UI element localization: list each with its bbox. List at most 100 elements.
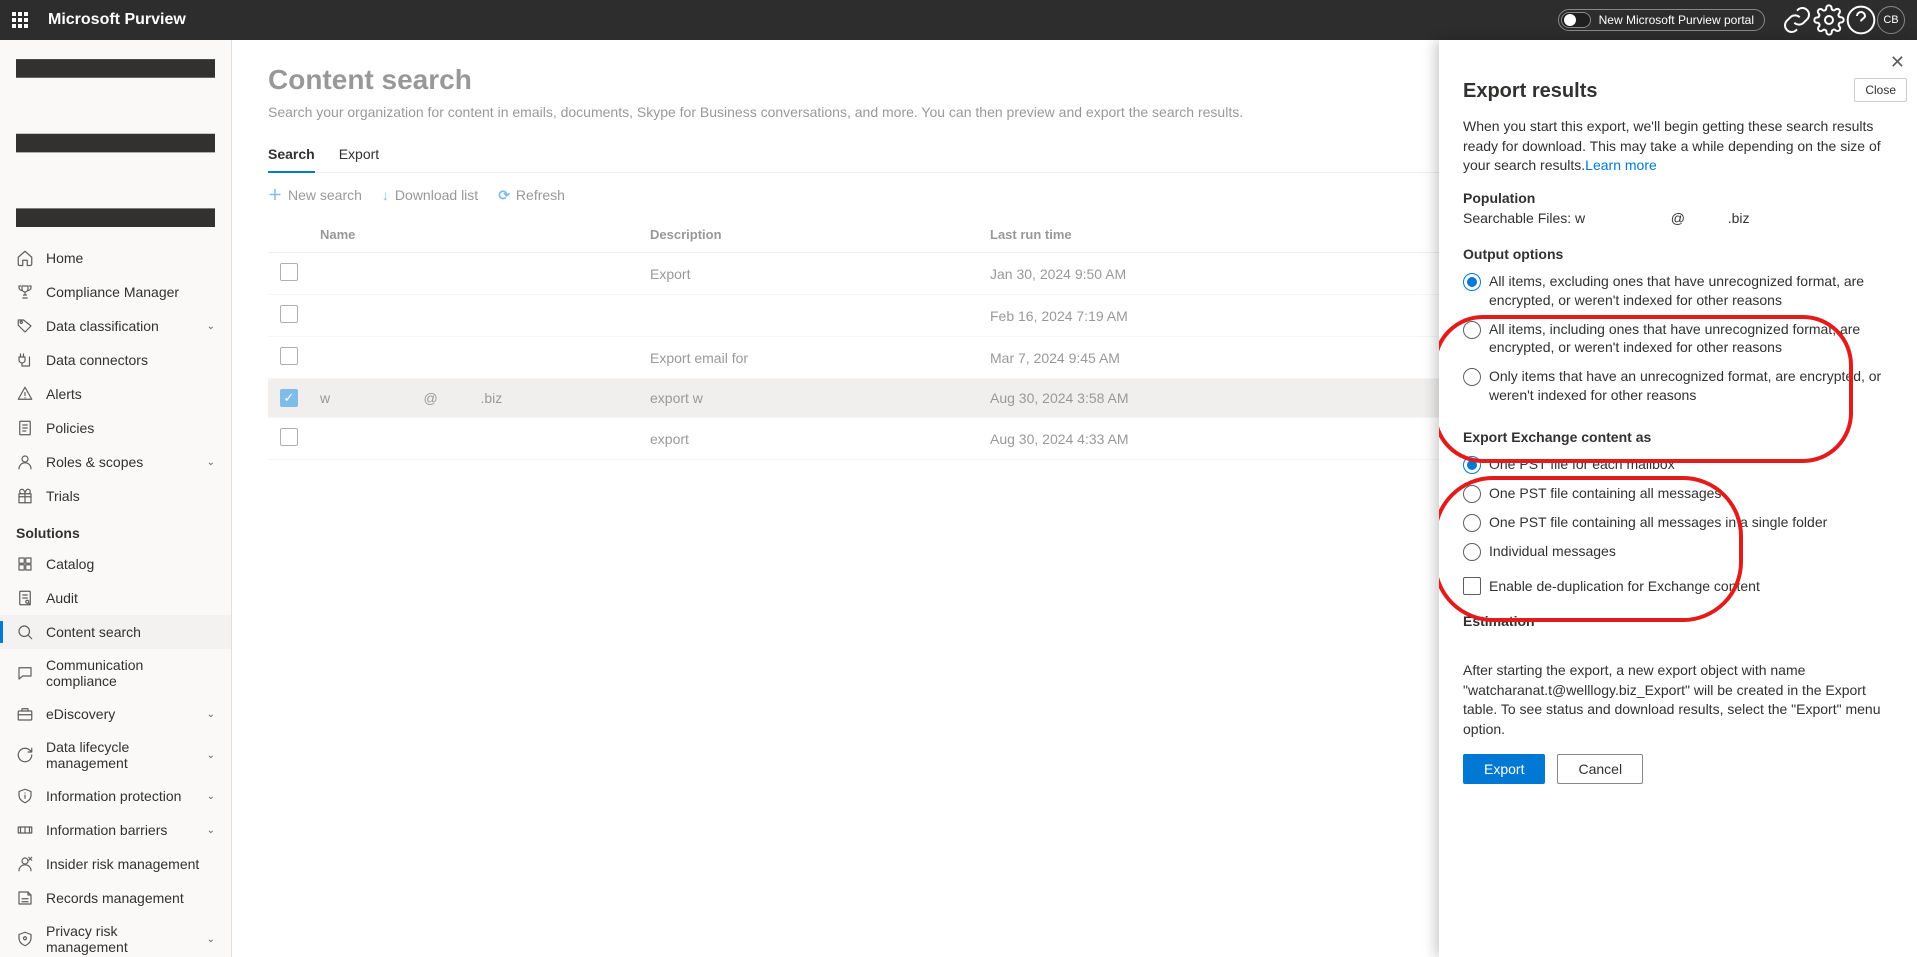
- person-icon: [16, 453, 34, 471]
- records-icon: [16, 889, 34, 907]
- nav-item-data-classification[interactable]: Data classification⌄: [0, 309, 231, 343]
- exchange-option-label: One PST file for each mailbox: [1489, 455, 1675, 474]
- nav-label: Compliance Manager: [46, 284, 179, 300]
- cycle-icon: [16, 746, 34, 764]
- refresh-button[interactable]: ⟳Refresh: [498, 187, 565, 204]
- exchange-option-radio-2[interactable]: [1463, 514, 1481, 532]
- chevron-down-icon: ⌄: [207, 457, 215, 468]
- download-list-button[interactable]: ↓Download list: [382, 187, 478, 203]
- nav-label: Content search: [46, 624, 141, 640]
- dedup-checkbox[interactable]: [1463, 577, 1481, 595]
- nav-label: Data connectors: [46, 352, 148, 368]
- cell-description: Export email for: [650, 350, 990, 366]
- panel-intro: When you start this export, we'll begin …: [1463, 117, 1893, 176]
- link-icon[interactable]: [1781, 4, 1813, 36]
- nav-item-audit[interactable]: Audit: [0, 581, 231, 615]
- plug-icon: [16, 351, 34, 369]
- nav-item-catalog[interactable]: Catalog: [0, 547, 231, 581]
- toggle-label: New Microsoft Purview portal: [1599, 13, 1754, 27]
- cancel-button[interactable]: Cancel: [1557, 754, 1643, 784]
- panel-title: Export results: [1463, 80, 1893, 103]
- nav-item-home[interactable]: Home: [0, 241, 231, 275]
- nav-item-information-protection[interactable]: Information protection⌄: [0, 779, 231, 813]
- settings-icon[interactable]: [1813, 4, 1845, 36]
- export-button[interactable]: Export: [1463, 754, 1545, 784]
- nav-item-compliance-manager[interactable]: Compliance Manager: [0, 275, 231, 309]
- nav-label: Home: [46, 250, 83, 266]
- nav-item-privacy-risk-management[interactable]: Privacy risk management⌄: [0, 915, 231, 957]
- output-option-label: All items, including ones that have unre…: [1489, 320, 1893, 358]
- nav-label: Insider risk management: [46, 856, 199, 872]
- nav-label: Records management: [46, 890, 184, 906]
- header-name[interactable]: Name: [320, 227, 650, 242]
- row-checkbox[interactable]: [280, 263, 298, 281]
- nav-label: Alerts: [46, 386, 82, 402]
- row-checkbox[interactable]: ✓: [280, 389, 298, 407]
- row-checkbox[interactable]: [280, 305, 298, 323]
- exchange-option-label: One PST file containing all messages: [1489, 484, 1721, 503]
- row-checkbox[interactable]: [280, 347, 298, 365]
- hamburger-icon[interactable]: [0, 48, 231, 241]
- trophy-icon: [16, 283, 34, 301]
- exchange-option-label: One PST file containing all messages in …: [1489, 513, 1827, 532]
- nav-item-trials[interactable]: Trials: [0, 479, 231, 513]
- output-option-label: All items, excluding ones that have unre…: [1489, 272, 1893, 310]
- nav-item-insider-risk-management[interactable]: Insider risk management: [0, 847, 231, 881]
- download-icon: ↓: [382, 187, 389, 203]
- portal-toggle[interactable]: New Microsoft Purview portal: [1558, 9, 1765, 31]
- tab-search[interactable]: Search: [268, 136, 315, 172]
- tab-export[interactable]: Export: [339, 136, 379, 172]
- user-avatar[interactable]: CB: [1877, 6, 1905, 34]
- nav-label: Data lifecycle management: [46, 739, 195, 771]
- chevron-down-icon: ⌄: [207, 709, 215, 720]
- nav-item-policies[interactable]: Policies: [0, 411, 231, 445]
- output-option-radio-2[interactable]: [1463, 368, 1481, 386]
- header-description[interactable]: Description: [650, 227, 990, 242]
- gift-icon: [16, 487, 34, 505]
- nav-item-communication-compliance[interactable]: Communication compliance: [0, 649, 231, 697]
- chevron-down-icon: ⌄: [207, 321, 215, 332]
- cell-description: export: [650, 431, 990, 447]
- barrier-icon: [16, 821, 34, 839]
- app-launcher-icon[interactable]: [12, 12, 28, 28]
- output-option-radio-1[interactable]: [1463, 321, 1481, 339]
- help-icon[interactable]: [1845, 4, 1877, 36]
- nav-item-content-search[interactable]: Content search: [0, 615, 231, 649]
- alert-icon: [16, 385, 34, 403]
- output-option-radio-0[interactable]: [1463, 273, 1481, 291]
- exchange-option-radio-1[interactable]: [1463, 485, 1481, 503]
- doc-icon: [16, 419, 34, 437]
- tag-icon: [16, 317, 34, 335]
- learn-more-link[interactable]: Learn more: [1585, 157, 1657, 173]
- close-icon[interactable]: ✕: [1890, 52, 1905, 73]
- chevron-down-icon: ⌄: [207, 791, 215, 802]
- toggle-switch[interactable]: [1561, 12, 1591, 28]
- plus-icon: ＋: [268, 185, 282, 205]
- row-checkbox[interactable]: [280, 428, 298, 446]
- nav-item-ediscovery[interactable]: eDiscovery⌄: [0, 697, 231, 731]
- nav-item-roles-scopes[interactable]: Roles & scopes⌄: [0, 445, 231, 479]
- home-icon: [16, 249, 34, 267]
- exchange-option-radio-0[interactable]: [1463, 456, 1481, 474]
- cell-name: w @ .biz: [320, 390, 650, 406]
- chat-icon: [16, 664, 34, 682]
- nav-item-records-management[interactable]: Records management: [0, 881, 231, 915]
- population-title: Population: [1463, 190, 1893, 206]
- privacy-icon: [16, 930, 34, 948]
- output-option-label: Only items that have an unrecognized for…: [1489, 367, 1893, 405]
- exchange-option-radio-3[interactable]: [1463, 543, 1481, 561]
- app-title: Microsoft Purview: [48, 11, 186, 29]
- nav-item-alerts[interactable]: Alerts: [0, 377, 231, 411]
- close-tooltip: Close: [1854, 78, 1907, 102]
- population-value: Searchable Files: w @ .biz: [1463, 210, 1893, 226]
- cell-description: Export: [650, 266, 990, 282]
- nav-item-information-barriers[interactable]: Information barriers⌄: [0, 813, 231, 847]
- nav-item-data-lifecycle-management[interactable]: Data lifecycle management⌄: [0, 731, 231, 779]
- exchange-option-label: Individual messages: [1489, 542, 1616, 561]
- solutions-heading: Solutions: [0, 513, 231, 547]
- new-search-button[interactable]: ＋New search: [268, 185, 362, 205]
- briefcase-icon: [16, 705, 34, 723]
- shield-icon: [16, 787, 34, 805]
- nav-label: Trials: [46, 488, 80, 504]
- nav-item-data-connectors[interactable]: Data connectors: [0, 343, 231, 377]
